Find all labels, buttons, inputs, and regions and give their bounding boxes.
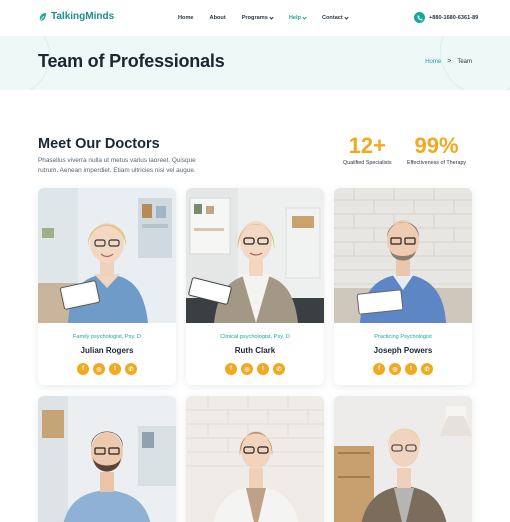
doctor-photo xyxy=(334,396,472,522)
doctor-role: Family psychologist, Psy. D xyxy=(73,334,141,340)
twitter-icon[interactable]: t xyxy=(109,363,121,375)
stat-label: Qualified Specialists xyxy=(343,160,392,166)
doctor-photo xyxy=(186,396,324,522)
section-title: Meet Our Doctors xyxy=(38,136,160,152)
doctor-role: Clinical psychologist, Psy. D xyxy=(220,334,290,340)
instagram-icon[interactable]: ◎ xyxy=(93,363,105,375)
page-title: Team of Professionals xyxy=(38,51,225,71)
nav-home[interactable]: Home xyxy=(178,13,194,23)
social-links: f ◎ t ✆ xyxy=(186,363,324,375)
twitter-icon[interactable]: t xyxy=(405,363,417,375)
phone-number: +880-1680-6361-89 xyxy=(429,14,479,21)
site-header: TalkingMinds Home About Programs Help Co… xyxy=(0,0,510,36)
social-links: f ◎ t ✆ xyxy=(334,363,472,375)
doctor-name[interactable]: Joseph Powers xyxy=(334,346,472,355)
nav-contact[interactable]: Contact xyxy=(321,13,349,23)
stat-value: 99% xyxy=(414,133,459,158)
doctor-card[interactable] xyxy=(334,396,472,522)
nav-help-label: Help xyxy=(288,15,301,21)
instagram-icon[interactable]: ◎ xyxy=(241,363,253,375)
doctor-card[interactable] xyxy=(186,396,324,522)
doctor-card[interactable] xyxy=(38,396,176,522)
stat-label: Effectiveness of Therapy xyxy=(407,160,467,166)
stat-specialists: 12+ Qualified Specialists xyxy=(343,133,392,166)
phone-icon xyxy=(414,12,425,23)
leaf-logo-icon xyxy=(39,12,46,21)
nav-programs-label: Programs xyxy=(241,15,268,21)
doctor-photo xyxy=(186,188,324,323)
phone-link[interactable]: +880-1680-6361-89 xyxy=(414,12,478,23)
facebook-icon[interactable]: f xyxy=(77,363,89,375)
site-logo[interactable]: TalkingMinds xyxy=(38,11,114,22)
nav-about[interactable]: About xyxy=(210,13,226,23)
nav-home-label: Home xyxy=(178,15,194,21)
stat-effectiveness: 99% Effectiveness of Therapy xyxy=(407,133,466,166)
chevron-down-icon xyxy=(344,14,349,20)
facebook-icon[interactable]: f xyxy=(373,363,385,375)
page-hero: Team of Professionals Home > Team xyxy=(0,36,510,90)
facebook-icon[interactable]: f xyxy=(225,363,237,375)
nav-about-label: About xyxy=(209,15,226,21)
team-page: TalkingMinds Home About Programs Help Co… xyxy=(0,0,510,522)
doctor-card[interactable]: Practicing Psychologist Joseph Powers f … xyxy=(334,188,472,385)
doctor-photo xyxy=(38,396,176,522)
section-description: Phasellus viverra nulla ut metus varius … xyxy=(38,157,196,174)
whatsapp-icon[interactable]: ✆ xyxy=(125,363,137,375)
instagram-icon[interactable]: ◎ xyxy=(389,363,401,375)
nav-help[interactable]: Help xyxy=(288,13,307,23)
doctor-name[interactable]: Ruth Clark xyxy=(186,346,324,355)
breadcrumb: Home > Team xyxy=(425,58,472,65)
doctor-card[interactable]: Clinical psychologist, Psy. D Ruth Clark… xyxy=(186,188,324,385)
breadcrumb-current: Team xyxy=(457,58,472,65)
doctor-card[interactable]: Family psychologist, Psy. D Julian Roger… xyxy=(38,188,176,385)
main-nav: Home About Programs Help Contact xyxy=(178,13,364,23)
doctor-info: Family psychologist, Psy. D Julian Roger… xyxy=(38,323,176,385)
logo-text: TalkingMinds xyxy=(51,11,115,22)
social-links: f ◎ t ✆ xyxy=(38,363,176,375)
doctor-info: Practicing Psychologist Joseph Powers f … xyxy=(334,323,472,385)
whatsapp-icon[interactable]: ✆ xyxy=(421,363,433,375)
breadcrumb-separator: > xyxy=(447,58,452,65)
nav-programs[interactable]: Programs xyxy=(241,13,274,23)
stat-value: 12+ xyxy=(348,133,386,158)
whatsapp-icon[interactable]: ✆ xyxy=(273,363,285,375)
chevron-down-icon xyxy=(269,14,274,20)
doctor-info: Clinical psychologist, Psy. D Ruth Clark… xyxy=(186,323,324,385)
chevron-down-icon xyxy=(302,14,307,20)
doctor-photo xyxy=(38,188,176,323)
doctor-name[interactable]: Julian Rogers xyxy=(38,346,176,355)
nav-contact-label: Contact xyxy=(321,15,343,21)
breadcrumb-home[interactable]: Home xyxy=(425,59,441,65)
doctor-photo xyxy=(334,188,472,323)
twitter-icon[interactable]: t xyxy=(257,363,269,375)
doctor-role: Practicing Psychologist xyxy=(374,334,432,340)
